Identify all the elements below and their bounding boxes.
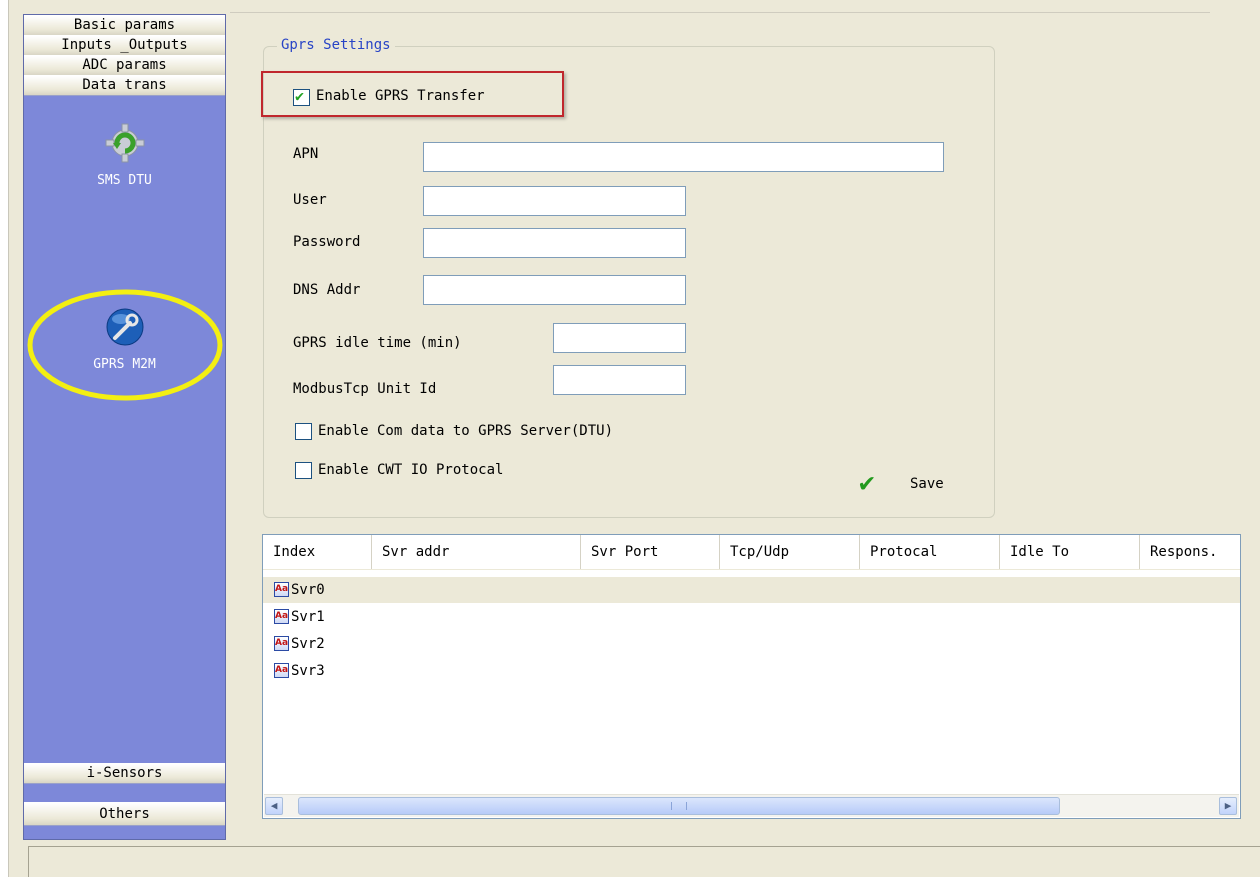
modbustcp-unit-id-input[interactable] xyxy=(553,365,686,395)
dns-addr-label: DNS Addr xyxy=(293,282,361,298)
apn-label: APN xyxy=(293,146,319,162)
col-tcp-udp[interactable]: Tcp/Udp xyxy=(720,535,860,569)
enable-cwt-io-label: Enable CWT IO Protocal xyxy=(318,462,504,478)
sidebar-item-others[interactable]: Others xyxy=(24,802,225,826)
save-button[interactable]: ✔ Save xyxy=(855,470,965,500)
password-label: Password xyxy=(293,234,361,250)
col-svr-addr[interactable]: Svr addr xyxy=(372,535,581,569)
list-item[interactable]: Aa Svr1 xyxy=(263,604,1240,630)
enable-com-data-checkbox[interactable] xyxy=(295,423,312,440)
sidebar-item-i-sensors[interactable]: i-Sensors xyxy=(24,763,225,784)
list-item-label: Svr3 xyxy=(291,663,325,679)
highlight-circle xyxy=(27,289,223,401)
list-item[interactable]: Aa Svr0 xyxy=(263,577,1240,603)
scrollbar-grip-icon xyxy=(671,802,687,810)
text-item-icon: Aa xyxy=(274,636,289,651)
sidebar-item-adc-params[interactable]: ADC params xyxy=(24,55,225,76)
text-item-icon: Aa xyxy=(274,609,289,624)
sidebar-item-basic-params[interactable]: Basic params xyxy=(24,15,225,36)
col-svr-port[interactable]: Svr Port xyxy=(581,535,720,569)
col-idle-to[interactable]: Idle To xyxy=(1000,535,1140,569)
scroll-right-button[interactable]: ▶ xyxy=(1219,797,1237,815)
list-item-label: Svr0 xyxy=(291,582,325,598)
list-item[interactable]: Aa Svr3 xyxy=(263,658,1240,684)
apn-input[interactable] xyxy=(423,142,944,172)
user-input[interactable] xyxy=(423,186,686,216)
server-list[interactable]: Index Svr addr Svr Port Tcp/Udp Protocal… xyxy=(262,534,1241,819)
sidebar: Basic params Inputs _Outputs ADC params … xyxy=(23,14,226,840)
enable-gprs-checkbox[interactable] xyxy=(293,87,310,106)
scrollbar-thumb[interactable] xyxy=(298,797,1060,815)
modbustcp-unit-id-label: ModbusTcp Unit Id xyxy=(293,381,437,397)
text-item-icon: Aa xyxy=(274,663,289,678)
dns-addr-input[interactable] xyxy=(423,275,686,305)
window-top-divider xyxy=(230,12,1210,13)
gprs-idle-time-label: GPRS idle time (min) xyxy=(293,335,462,351)
user-label: User xyxy=(293,192,327,208)
gprs-settings-title: Gprs Settings xyxy=(277,37,395,53)
horizontal-scrollbar[interactable]: ◀ ▶ xyxy=(264,794,1239,817)
list-item[interactable]: Aa Svr2 xyxy=(263,631,1240,657)
tool-sms-dtu-label: SMS DTU xyxy=(97,173,152,188)
scroll-left-button[interactable]: ◀ xyxy=(265,797,283,815)
sidebar-item-data-trans[interactable]: Data trans xyxy=(24,75,225,96)
status-bar xyxy=(28,846,1260,877)
enable-gprs-label: Enable GPRS Transfer xyxy=(316,88,485,104)
server-list-header: Index Svr addr Svr Port Tcp/Udp Protocal… xyxy=(263,535,1240,570)
save-label: Save xyxy=(910,476,944,492)
window-left-border xyxy=(0,0,9,877)
enable-com-data-label: Enable Com data to GPRS Server(DTU) xyxy=(318,423,614,439)
tool-sms-dtu[interactable]: SMS DTU xyxy=(24,121,225,188)
gear-refresh-icon xyxy=(105,123,144,163)
list-item-label: Svr1 xyxy=(291,609,325,625)
text-item-icon: Aa xyxy=(274,582,289,597)
gprs-idle-time-input[interactable] xyxy=(553,323,686,353)
enable-cwt-io-checkbox[interactable] xyxy=(295,462,312,479)
list-item-label: Svr2 xyxy=(291,636,325,652)
col-protocal[interactable]: Protocal xyxy=(860,535,1000,569)
checkmark-icon: ✔ xyxy=(859,468,875,498)
col-respons[interactable]: Respons. xyxy=(1140,535,1240,569)
password-input[interactable] xyxy=(423,228,686,258)
sidebar-item-inputs-outputs[interactable]: Inputs _Outputs xyxy=(24,35,225,56)
col-index[interactable]: Index xyxy=(263,535,372,569)
